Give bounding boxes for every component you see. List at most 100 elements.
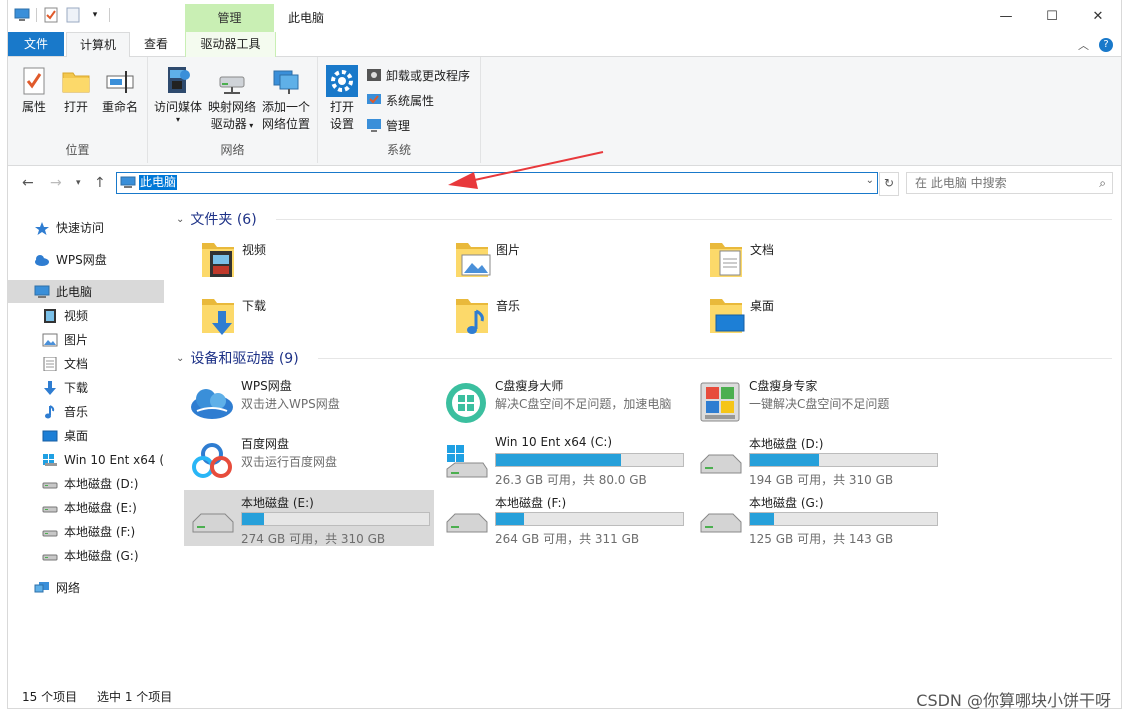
ribbon-tabs: 文件 计算机 查看 驱动器工具 ︿ ? (8, 32, 1121, 88)
folder-documents[interactable]: 文档 (684, 237, 924, 287)
map-drive-label-1: 映射网络 (207, 100, 256, 114)
add-location-label-2: 网络位置 (261, 117, 310, 131)
folder-downloads[interactable]: 下载 (176, 293, 416, 343)
folder-pictures[interactable]: 图片 (430, 237, 670, 287)
sidebar-item-music[interactable]: 音乐 (8, 400, 164, 423)
app-name: C盘瘦身专家 (749, 379, 818, 393)
manage-button[interactable]: 管理 (366, 115, 410, 135)
close-button[interactable]: ✕ (1075, 0, 1121, 32)
folder-music[interactable]: 音乐 (430, 293, 670, 343)
folder-desktop[interactable]: 桌面 (684, 293, 924, 343)
address-bar[interactable]: 此电脑 ⌄ (116, 172, 878, 194)
up-arrow-icon[interactable]: ↑ (94, 175, 106, 191)
uninstall-button[interactable]: 卸载或更改程序 (366, 65, 470, 85)
chevron-down-icon[interactable]: ⌄ (176, 214, 184, 225)
app-c-slim-expert[interactable]: C盘瘦身专家 一键解决C盘空间不足问题 (692, 373, 942, 429)
open-button[interactable]: 打开 (58, 65, 94, 116)
help-icon[interactable]: ? (1099, 38, 1113, 52)
address-path[interactable]: 此电脑 (139, 175, 178, 190)
music-icon (45, 404, 55, 418)
sidebar-item-documents[interactable]: 文档 (8, 352, 164, 375)
map-drive-label-2: 驱动器 (210, 117, 247, 131)
music-folder-icon (456, 299, 488, 334)
wps-cloud-icon (191, 389, 233, 419)
app-wps-cloud[interactable]: WPS网盘 双击进入WPS网盘 (184, 373, 434, 429)
add-network-location-icon (270, 65, 302, 97)
sidebar-item-this-pc[interactable]: 此电脑 (8, 280, 164, 303)
search-icon[interactable]: ⌕ (1099, 176, 1106, 191)
app-baidu-cloud[interactable]: 百度网盘 双击运行百度网盘 (184, 431, 434, 487)
sidebar-item-downloads[interactable]: 下载 (8, 376, 164, 399)
chevron-down-icon[interactable]: ⌄ (176, 353, 184, 364)
tab-file[interactable]: 文件 (8, 32, 64, 56)
folder-name: 图片 (496, 243, 521, 257)
group-system: 打开 设置 卸载或更改程序 系统属性 管理 系统 (318, 57, 481, 163)
recent-locations-icon[interactable]: ▾ (76, 178, 81, 188)
computer-icon[interactable] (14, 7, 30, 23)
sidebar-item-drive-g[interactable]: 本地磁盘 (G:) (8, 544, 164, 567)
sidebar-item-drive-d[interactable]: 本地磁盘 (D:) (8, 472, 164, 495)
minimize-button[interactable]: — (983, 0, 1029, 32)
group-network-label: 网络 (220, 143, 245, 157)
add-location-label-1: 添加一个 (261, 100, 310, 114)
sidebar-item-desktop[interactable]: 桌面 (8, 424, 164, 447)
sidebar-item-drive-e[interactable]: 本地磁盘 (E:) (8, 496, 164, 519)
drive-icon (700, 454, 742, 474)
drive-name: 本地磁盘 (E:) (241, 496, 314, 510)
tab-view[interactable]: 查看 (136, 32, 176, 56)
sidebar-item-wps-cloud[interactable]: WPS网盘 (8, 248, 164, 271)
back-arrow-icon[interactable]: ← (22, 175, 34, 191)
forward-arrow-icon[interactable]: → (50, 175, 62, 191)
tab-computer[interactable]: 计算机 (66, 32, 130, 57)
sidebar-item-label: 网络 (56, 581, 81, 595)
pictures-icon (42, 333, 58, 346)
drive-c[interactable]: Win 10 Ent x64 (C:) 26.3 GB 可用，共 80.0 GB (438, 431, 688, 487)
add-network-location-button[interactable]: 添加一个 网络位置 (260, 65, 312, 133)
collapse-ribbon-icon[interactable]: ︿ (1078, 37, 1089, 53)
sidebar-item-label: 快速访问 (56, 221, 105, 235)
devices-section-header[interactable]: ⌄ 设备和驱动器 (9) (176, 348, 299, 368)
access-media-button[interactable]: 访问媒体 ▾ (152, 65, 204, 124)
rename-button[interactable]: 重命名 (98, 65, 142, 116)
open-settings-button[interactable]: 打开 设置 (324, 65, 360, 133)
folders-section-header[interactable]: ⌄ 文件夹 (6) (176, 209, 257, 229)
chevron-down-icon[interactable]: ⌄ (866, 175, 874, 186)
maximize-button[interactable]: ☐ (1029, 0, 1075, 32)
drive-usage-bar (495, 512, 684, 526)
sidebar-item-quick-access[interactable]: 快速访问 (8, 216, 164, 239)
folder-videos[interactable]: 视频 (176, 237, 416, 287)
drive-icon (700, 513, 742, 533)
sidebar-item-videos[interactable]: 视频 (8, 304, 164, 327)
system-properties-button[interactable]: 系统属性 (366, 90, 434, 110)
properties-button[interactable]: 属性 (16, 65, 52, 116)
drive-usage-bar (749, 512, 938, 526)
search-box[interactable]: ⌕ (906, 172, 1113, 194)
drive-d[interactable]: 本地磁盘 (D:) 194 GB 可用，共 310 GB (692, 431, 942, 487)
desktop-icon (42, 430, 58, 441)
refresh-icon[interactable]: ↻ (879, 172, 899, 196)
sidebar-item-label: 音乐 (64, 405, 89, 419)
map-network-drive-button[interactable]: 映射网络 驱动器 ▾ (206, 65, 258, 134)
sidebar-item-pictures[interactable]: 图片 (8, 328, 164, 351)
drive-f[interactable]: 本地磁盘 (F:) 264 GB 可用，共 311 GB (438, 490, 688, 546)
sidebar-item-drive-f[interactable]: 本地磁盘 (F:) (8, 520, 164, 543)
drive-g[interactable]: 本地磁盘 (G:) 125 GB 可用，共 143 GB (692, 490, 942, 546)
drive-name: 本地磁盘 (D:) (749, 437, 824, 451)
title-bar: ▾ 管理 此电脑 — ☐ ✕ (8, 0, 1121, 32)
new-folder-icon[interactable] (65, 7, 81, 23)
properties-icon[interactable] (43, 7, 59, 23)
sidebar-item-label: 下载 (64, 381, 89, 395)
app-name: WPS网盘 (241, 379, 292, 393)
properties-label: 属性 (21, 100, 46, 114)
drive-e[interactable]: 本地磁盘 (E:) 274 GB 可用，共 310 GB (184, 490, 434, 546)
sidebar-item-drive-c[interactable]: Win 10 Ent x64 (C (8, 448, 164, 471)
windows-drive-icon (43, 453, 57, 466)
search-input[interactable] (913, 175, 1087, 191)
customize-qat-icon[interactable]: ▾ (87, 7, 103, 23)
app-c-slim-master[interactable]: C盘瘦身大师 解决C盘空间不足问题，加速电脑 (438, 373, 688, 429)
app-name: C盘瘦身大师 (495, 379, 564, 393)
manage-label: 管理 (386, 118, 411, 133)
drive-icon (192, 513, 234, 533)
group-location-label: 位置 (65, 143, 90, 157)
sidebar-item-network[interactable]: 网络 (8, 576, 164, 599)
